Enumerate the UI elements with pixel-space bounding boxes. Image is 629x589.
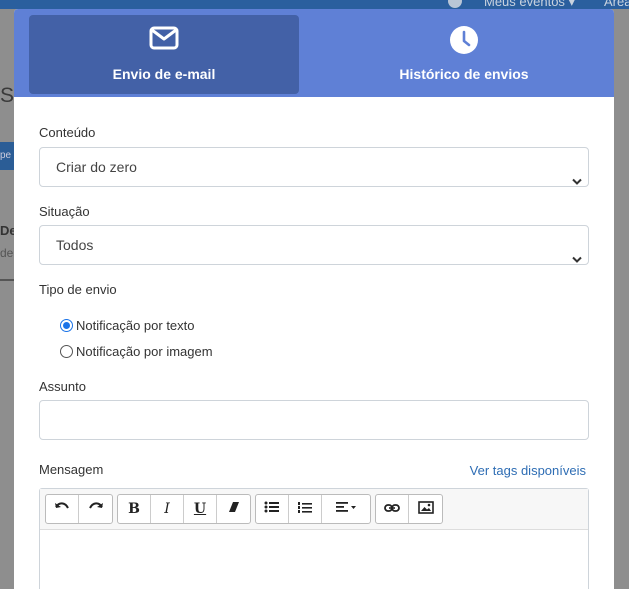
image-icon xyxy=(417,500,434,518)
subject-label: Assunto xyxy=(39,379,86,394)
italic-button[interactable]: I xyxy=(151,495,184,523)
align-dropdown-button[interactable] xyxy=(322,495,370,523)
editor-toolbar: B I U xyxy=(40,489,588,530)
redo-icon xyxy=(88,501,104,517)
list-group xyxy=(255,494,371,524)
bullet-list-button[interactable] xyxy=(256,495,289,523)
radio-button[interactable] xyxy=(60,345,73,358)
radio-image-notification-label: Notificação por imagem xyxy=(76,344,213,359)
chevron-down-icon xyxy=(572,162,582,200)
format-group: B I U xyxy=(117,494,251,524)
bullet-list-icon xyxy=(264,501,280,517)
subject-input[interactable] xyxy=(39,400,589,440)
area-menu: Área xyxy=(604,0,629,9)
situation-select[interactable]: Todos xyxy=(39,225,589,265)
tab-send-history-label: Histórico de envios xyxy=(399,66,529,82)
insert-link-button[interactable] xyxy=(376,495,409,523)
bold-button[interactable]: B xyxy=(118,495,151,523)
align-left-icon xyxy=(335,501,357,517)
radio-text-notification[interactable]: Notificação por texto xyxy=(60,317,195,335)
background-button: pe xyxy=(0,142,14,170)
eraser-icon xyxy=(228,501,240,517)
email-modal: Envio de e-mail Histórico de envios Cont… xyxy=(14,9,614,589)
chevron-down-icon xyxy=(572,240,582,278)
background-subheading: de xyxy=(0,246,14,260)
content-select-value: Criar do zero xyxy=(56,159,137,175)
tab-email-send-label: Envio de e-mail xyxy=(112,66,216,82)
background-heading: De xyxy=(0,223,14,238)
history-group xyxy=(45,494,113,524)
clock-icon xyxy=(449,25,479,60)
radio-text-notification-label: Notificação por texto xyxy=(76,318,195,333)
tab-bar: Envio de e-mail Histórico de envios xyxy=(14,9,614,97)
numbered-list-button[interactable] xyxy=(289,495,322,523)
link-icon xyxy=(384,501,400,517)
underline-button[interactable]: U xyxy=(184,495,217,523)
tab-send-history[interactable]: Histórico de envios xyxy=(329,15,599,94)
numbered-list-icon xyxy=(297,501,313,518)
eraser-button[interactable] xyxy=(217,495,250,523)
content-label: Conteúdo xyxy=(39,125,96,140)
insert-image-button[interactable] xyxy=(409,495,442,523)
situation-select-value: Todos xyxy=(56,237,94,253)
radio-button-checked[interactable] xyxy=(60,319,73,332)
message-label: Mensagem xyxy=(39,462,104,477)
message-editor[interactable]: B I U xyxy=(39,488,589,589)
background-topbar: Meus eventos ▾ Área xyxy=(0,0,629,9)
view-tags-link[interactable]: Ver tags disponíveis xyxy=(470,463,586,478)
send-type-label: Tipo de envio xyxy=(39,282,117,297)
content-select[interactable]: Criar do zero xyxy=(39,147,589,187)
insert-group xyxy=(375,494,443,524)
add-icon xyxy=(448,0,462,8)
undo-button[interactable] xyxy=(46,495,79,523)
radio-image-notification[interactable]: Notificação por imagem xyxy=(60,343,213,361)
undo-icon xyxy=(54,501,70,517)
background-title: S xyxy=(0,84,15,107)
redo-button[interactable] xyxy=(79,495,112,523)
tab-email-send[interactable]: Envio de e-mail xyxy=(29,15,299,94)
background-divider xyxy=(0,279,14,281)
situation-label: Situação xyxy=(39,204,90,219)
envelope-icon xyxy=(149,25,179,56)
